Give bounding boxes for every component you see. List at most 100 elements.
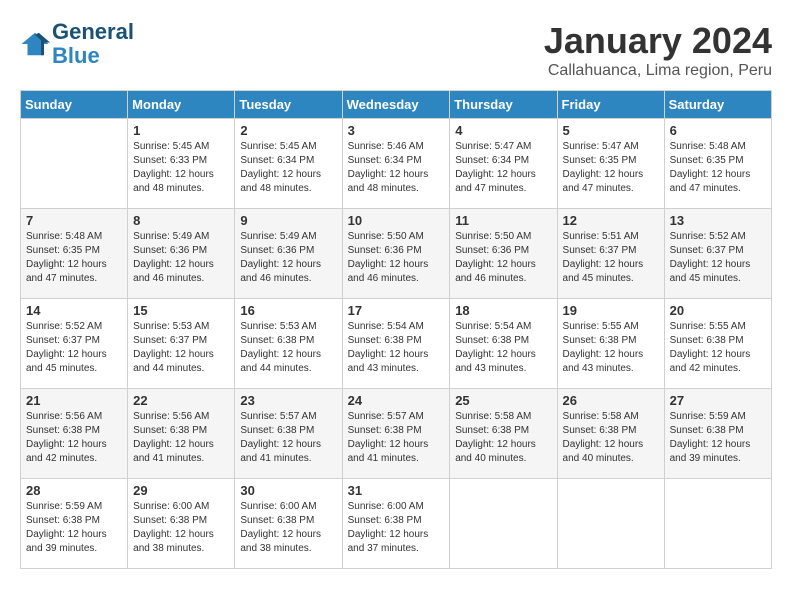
calendar-cell: 2 Sunrise: 5:45 AM Sunset: 6:34 PM Daylig… xyxy=(235,119,342,209)
day-info: Sunrise: 6:00 AM Sunset: 6:38 PM Dayligh… xyxy=(348,500,445,556)
calendar-cell: 13 Sunrise: 5:52 AM Sunset: 6:37 PM Dayli… xyxy=(664,209,771,299)
day-number: 30 xyxy=(240,483,336,498)
header-tuesday: Tuesday xyxy=(235,91,342,119)
calendar-cell: 3 Sunrise: 5:46 AM Sunset: 6:34 PM Daylig… xyxy=(342,119,450,209)
day-info: Sunrise: 5:48 AM Sunset: 6:35 PM Dayligh… xyxy=(26,230,122,286)
calendar-cell xyxy=(21,119,128,209)
day-info: Sunrise: 5:50 AM Sunset: 6:36 PM Dayligh… xyxy=(348,230,445,286)
day-info: Sunrise: 5:58 AM Sunset: 6:38 PM Dayligh… xyxy=(455,410,551,466)
day-number: 29 xyxy=(133,483,229,498)
day-number: 7 xyxy=(26,213,122,228)
calendar-cell: 27 Sunrise: 5:59 AM Sunset: 6:38 PM Dayli… xyxy=(664,389,771,479)
day-info: Sunrise: 6:00 AM Sunset: 6:38 PM Dayligh… xyxy=(240,500,336,556)
day-info: Sunrise: 5:56 AM Sunset: 6:38 PM Dayligh… xyxy=(133,410,229,466)
day-number: 1 xyxy=(133,123,229,138)
day-info: Sunrise: 5:54 AM Sunset: 6:38 PM Dayligh… xyxy=(348,320,445,376)
calendar-cell: 23 Sunrise: 5:57 AM Sunset: 6:38 PM Dayli… xyxy=(235,389,342,479)
title-block: January 2024 Callahuanca, Lima region, P… xyxy=(544,20,772,80)
day-info: Sunrise: 5:51 AM Sunset: 6:37 PM Dayligh… xyxy=(563,230,659,286)
day-info: Sunrise: 5:57 AM Sunset: 6:38 PM Dayligh… xyxy=(240,410,336,466)
day-number: 22 xyxy=(133,393,229,408)
day-number: 13 xyxy=(670,213,766,228)
calendar-cell: 25 Sunrise: 5:58 AM Sunset: 6:38 PM Dayli… xyxy=(450,389,557,479)
calendar-cell: 7 Sunrise: 5:48 AM Sunset: 6:35 PM Daylig… xyxy=(21,209,128,299)
day-info: Sunrise: 5:53 AM Sunset: 6:37 PM Dayligh… xyxy=(133,320,229,376)
day-info: Sunrise: 5:58 AM Sunset: 6:38 PM Dayligh… xyxy=(563,410,659,466)
calendar-cell: 28 Sunrise: 5:59 AM Sunset: 6:38 PM Dayli… xyxy=(21,479,128,569)
day-info: Sunrise: 5:52 AM Sunset: 6:37 PM Dayligh… xyxy=(670,230,766,286)
calendar-cell: 12 Sunrise: 5:51 AM Sunset: 6:37 PM Dayli… xyxy=(557,209,664,299)
header-sunday: Sunday xyxy=(21,91,128,119)
day-info: Sunrise: 5:52 AM Sunset: 6:37 PM Dayligh… xyxy=(26,320,122,376)
calendar-cell: 1Sunrise: 5:45 AM Sunset: 6:33 PM Daylig… xyxy=(128,119,235,209)
day-info: Sunrise: 5:54 AM Sunset: 6:38 PM Dayligh… xyxy=(455,320,551,376)
calendar-cell: 14Sunrise: 5:52 AM Sunset: 6:37 PM Dayli… xyxy=(21,299,128,389)
calendar-cell xyxy=(664,479,771,569)
calendar-cell: 5 Sunrise: 5:47 AM Sunset: 6:35 PM Daylig… xyxy=(557,119,664,209)
day-number: 12 xyxy=(563,213,659,228)
header-monday: Monday xyxy=(128,91,235,119)
logo: General Blue xyxy=(20,20,134,68)
day-number: 25 xyxy=(455,393,551,408)
calendar-cell: 15 Sunrise: 5:53 AM Sunset: 6:37 PM Dayli… xyxy=(128,299,235,389)
page-header: General Blue January 2024 Callahuanca, L… xyxy=(20,20,772,80)
day-number: 2 xyxy=(240,123,336,138)
day-info: Sunrise: 5:49 AM Sunset: 6:36 PM Dayligh… xyxy=(240,230,336,286)
day-number: 31 xyxy=(348,483,445,498)
calendar-week-2: 7 Sunrise: 5:48 AM Sunset: 6:35 PM Daylig… xyxy=(21,209,772,299)
calendar-cell: 31 Sunrise: 6:00 AM Sunset: 6:38 PM Dayli… xyxy=(342,479,450,569)
calendar-cell xyxy=(450,479,557,569)
calendar-table: SundayMondayTuesdayWednesdayThursdayFrid… xyxy=(20,90,772,569)
day-number: 19 xyxy=(563,303,659,318)
day-number: 10 xyxy=(348,213,445,228)
calendar-week-5: 28 Sunrise: 5:59 AM Sunset: 6:38 PM Dayli… xyxy=(21,479,772,569)
month-title: January 2024 xyxy=(544,20,772,62)
day-number: 8 xyxy=(133,213,229,228)
day-info: Sunrise: 5:56 AM Sunset: 6:38 PM Dayligh… xyxy=(26,410,122,466)
logo-text: General Blue xyxy=(52,20,134,68)
calendar-cell: 18 Sunrise: 5:54 AM Sunset: 6:38 PM Dayli… xyxy=(450,299,557,389)
day-number: 16 xyxy=(240,303,336,318)
day-info: Sunrise: 5:53 AM Sunset: 6:38 PM Dayligh… xyxy=(240,320,336,376)
header-friday: Friday xyxy=(557,91,664,119)
day-info: Sunrise: 5:48 AM Sunset: 6:35 PM Dayligh… xyxy=(670,140,766,196)
calendar-cell: 20Sunrise: 5:55 AM Sunset: 6:38 PM Dayli… xyxy=(664,299,771,389)
day-info: Sunrise: 5:59 AM Sunset: 6:38 PM Dayligh… xyxy=(670,410,766,466)
day-number: 27 xyxy=(670,393,766,408)
calendar-cell: 30 Sunrise: 6:00 AM Sunset: 6:38 PM Dayli… xyxy=(235,479,342,569)
day-info: Sunrise: 5:45 AM Sunset: 6:34 PM Dayligh… xyxy=(240,140,336,196)
header-wednesday: Wednesday xyxy=(342,91,450,119)
calendar-cell: 17 Sunrise: 5:54 AM Sunset: 6:38 PM Dayli… xyxy=(342,299,450,389)
calendar-week-3: 14Sunrise: 5:52 AM Sunset: 6:37 PM Dayli… xyxy=(21,299,772,389)
calendar-cell: 21Sunrise: 5:56 AM Sunset: 6:38 PM Dayli… xyxy=(21,389,128,479)
day-number: 23 xyxy=(240,393,336,408)
day-info: Sunrise: 5:59 AM Sunset: 6:38 PM Dayligh… xyxy=(26,500,122,556)
day-info: Sunrise: 5:46 AM Sunset: 6:34 PM Dayligh… xyxy=(348,140,445,196)
header-thursday: Thursday xyxy=(450,91,557,119)
calendar-cell: 19 Sunrise: 5:55 AM Sunset: 6:38 PM Dayli… xyxy=(557,299,664,389)
day-number: 4 xyxy=(455,123,551,138)
calendar-cell: 22 Sunrise: 5:56 AM Sunset: 6:38 PM Dayli… xyxy=(128,389,235,479)
day-number: 11 xyxy=(455,213,551,228)
calendar-header-row: SundayMondayTuesdayWednesdayThursdayFrid… xyxy=(21,91,772,119)
calendar-cell: 8 Sunrise: 5:49 AM Sunset: 6:36 PM Daylig… xyxy=(128,209,235,299)
calendar-cell: 29Sunrise: 6:00 AM Sunset: 6:38 PM Dayli… xyxy=(128,479,235,569)
day-number: 28 xyxy=(26,483,122,498)
day-number: 26 xyxy=(563,393,659,408)
day-info: Sunrise: 5:57 AM Sunset: 6:38 PM Dayligh… xyxy=(348,410,445,466)
header-saturday: Saturday xyxy=(664,91,771,119)
day-info: Sunrise: 5:55 AM Sunset: 6:38 PM Dayligh… xyxy=(563,320,659,376)
day-number: 18 xyxy=(455,303,551,318)
day-info: Sunrise: 5:47 AM Sunset: 6:35 PM Dayligh… xyxy=(563,140,659,196)
calendar-cell: 24Sunrise: 5:57 AM Sunset: 6:38 PM Dayli… xyxy=(342,389,450,479)
day-number: 3 xyxy=(348,123,445,138)
day-number: 17 xyxy=(348,303,445,318)
day-number: 15 xyxy=(133,303,229,318)
day-number: 9 xyxy=(240,213,336,228)
logo-icon xyxy=(20,29,50,59)
calendar-cell xyxy=(557,479,664,569)
day-info: Sunrise: 5:49 AM Sunset: 6:36 PM Dayligh… xyxy=(133,230,229,286)
calendar-cell: 10 Sunrise: 5:50 AM Sunset: 6:36 PM Dayli… xyxy=(342,209,450,299)
day-number: 5 xyxy=(563,123,659,138)
calendar-cell: 16 Sunrise: 5:53 AM Sunset: 6:38 PM Dayli… xyxy=(235,299,342,389)
